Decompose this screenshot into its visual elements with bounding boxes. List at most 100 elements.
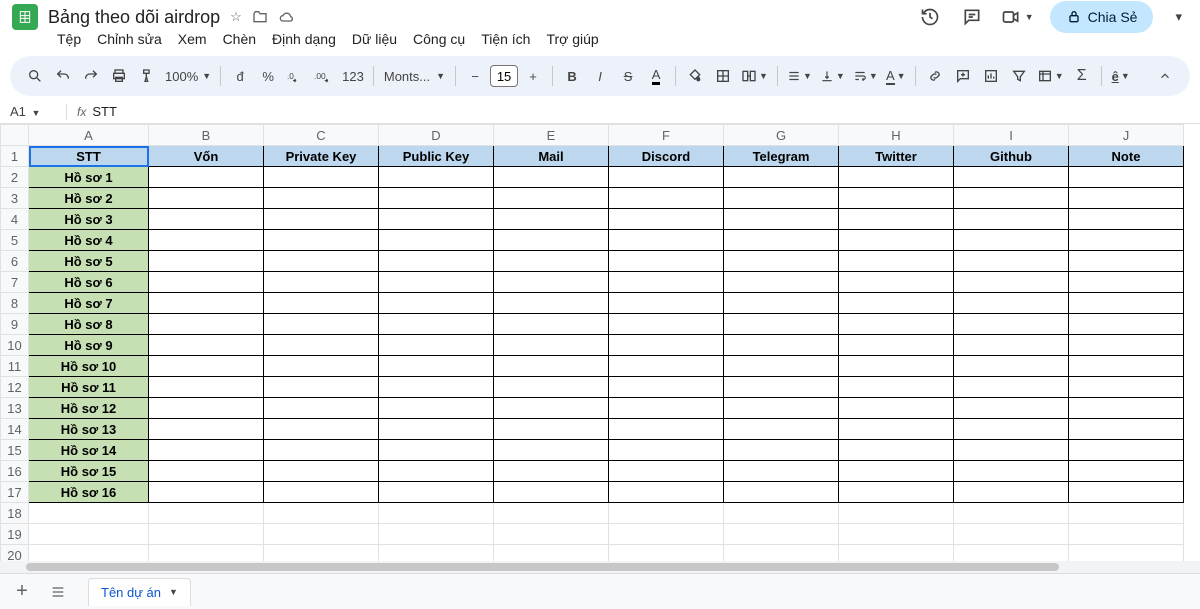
row-header[interactable]: 1 <box>1 146 29 167</box>
cell-B5[interactable] <box>149 230 264 251</box>
cell-F15[interactable] <box>609 440 724 461</box>
borders-icon[interactable] <box>710 62 736 90</box>
cell-I2[interactable] <box>954 167 1069 188</box>
cell-B12[interactable] <box>149 377 264 398</box>
cell-I4[interactable] <box>954 209 1069 230</box>
cell-F11[interactable] <box>609 356 724 377</box>
cell-F6[interactable] <box>609 251 724 272</box>
cell-C1[interactable]: Private Key <box>264 146 379 167</box>
paint-format-icon[interactable] <box>134 62 160 90</box>
cell-B18[interactable] <box>149 503 264 524</box>
row-header[interactable]: 13 <box>1 398 29 419</box>
row-header[interactable]: 18 <box>1 503 29 524</box>
cell-C2[interactable] <box>264 167 379 188</box>
cell-F13[interactable] <box>609 398 724 419</box>
cell-G15[interactable] <box>724 440 839 461</box>
zoom-dropdown[interactable]: 100%▼ <box>162 62 214 90</box>
wrap-icon[interactable]: ▼ <box>850 62 881 90</box>
cell-C11[interactable] <box>264 356 379 377</box>
cell-F9[interactable] <box>609 314 724 335</box>
cell-E2[interactable] <box>494 167 609 188</box>
h-align-icon[interactable]: ▼ <box>784 62 815 90</box>
row-header[interactable]: 4 <box>1 209 29 230</box>
rotate-icon[interactable]: A▼ <box>883 62 909 90</box>
cell-D13[interactable] <box>379 398 494 419</box>
cell-I1[interactable]: Github <box>954 146 1069 167</box>
cell-B20[interactable] <box>149 545 264 562</box>
cell-B10[interactable] <box>149 335 264 356</box>
menu-tools[interactable]: Công cụ <box>406 29 472 49</box>
cell-G8[interactable] <box>724 293 839 314</box>
cell-H18[interactable] <box>839 503 954 524</box>
fill-color-icon[interactable] <box>682 62 708 90</box>
cell-I13[interactable] <box>954 398 1069 419</box>
column-header-H[interactable]: H <box>839 125 954 146</box>
cell-D19[interactable] <box>379 524 494 545</box>
cell-J13[interactable] <box>1069 398 1184 419</box>
cell-H1[interactable]: Twitter <box>839 146 954 167</box>
cell-H7[interactable] <box>839 272 954 293</box>
cell-C10[interactable] <box>264 335 379 356</box>
menu-help[interactable]: Trợ giúp <box>539 29 605 49</box>
meet-icon[interactable]: ▼ <box>1001 4 1034 30</box>
cell-A6[interactable]: Hồ sơ 5 <box>29 251 149 272</box>
share-dropdown[interactable]: ▾ <box>1169 9 1188 25</box>
cell-C6[interactable] <box>264 251 379 272</box>
cell-I20[interactable] <box>954 545 1069 562</box>
cell-F16[interactable] <box>609 461 724 482</box>
cell-I12[interactable] <box>954 377 1069 398</box>
column-header-I[interactable]: I <box>954 125 1069 146</box>
cell-F18[interactable] <box>609 503 724 524</box>
cell-J17[interactable] <box>1069 482 1184 503</box>
cell-B1[interactable]: Vốn <box>149 146 264 167</box>
cell-G19[interactable] <box>724 524 839 545</box>
comment-icon[interactable] <box>959 4 985 30</box>
cell-I19[interactable] <box>954 524 1069 545</box>
cell-B17[interactable] <box>149 482 264 503</box>
bold-icon[interactable]: B <box>559 62 585 90</box>
row-header[interactable]: 2 <box>1 167 29 188</box>
cell-D7[interactable] <box>379 272 494 293</box>
cell-F17[interactable] <box>609 482 724 503</box>
cell-C7[interactable] <box>264 272 379 293</box>
cell-G1[interactable]: Telegram <box>724 146 839 167</box>
cell-H16[interactable] <box>839 461 954 482</box>
row-header[interactable]: 5 <box>1 230 29 251</box>
cell-H13[interactable] <box>839 398 954 419</box>
menu-edit[interactable]: Chỉnh sửa <box>90 29 169 49</box>
cell-F20[interactable] <box>609 545 724 562</box>
merge-cells-icon[interactable]: ▼ <box>738 62 771 90</box>
cell-F14[interactable] <box>609 419 724 440</box>
cell-A19[interactable] <box>29 524 149 545</box>
cell-J8[interactable] <box>1069 293 1184 314</box>
cell-I15[interactable] <box>954 440 1069 461</box>
cell-J14[interactable] <box>1069 419 1184 440</box>
column-header-E[interactable]: E <box>494 125 609 146</box>
cell-D8[interactable] <box>379 293 494 314</box>
row-header[interactable]: 7 <box>1 272 29 293</box>
cell-C14[interactable] <box>264 419 379 440</box>
cell-A12[interactable]: Hồ sơ 11 <box>29 377 149 398</box>
cell-D18[interactable] <box>379 503 494 524</box>
cell-I11[interactable] <box>954 356 1069 377</box>
cell-E14[interactable] <box>494 419 609 440</box>
cell-D3[interactable] <box>379 188 494 209</box>
all-sheets-button[interactable] <box>42 577 74 607</box>
link-icon[interactable] <box>922 62 948 90</box>
cell-G14[interactable] <box>724 419 839 440</box>
cell-F7[interactable] <box>609 272 724 293</box>
cell-A1[interactable]: STT <box>29 146 149 167</box>
row-header[interactable]: 3 <box>1 188 29 209</box>
cell-B11[interactable] <box>149 356 264 377</box>
cell-H17[interactable] <box>839 482 954 503</box>
v-align-icon[interactable]: ▼ <box>817 62 848 90</box>
cell-H12[interactable] <box>839 377 954 398</box>
move-icon[interactable] <box>252 9 268 25</box>
insert-comment-icon[interactable] <box>950 62 976 90</box>
filter-views-icon[interactable]: ▼ <box>1034 62 1067 90</box>
cell-A4[interactable]: Hồ sơ 3 <box>29 209 149 230</box>
cell-J6[interactable] <box>1069 251 1184 272</box>
cell-G2[interactable] <box>724 167 839 188</box>
cell-J7[interactable] <box>1069 272 1184 293</box>
cell-C5[interactable] <box>264 230 379 251</box>
